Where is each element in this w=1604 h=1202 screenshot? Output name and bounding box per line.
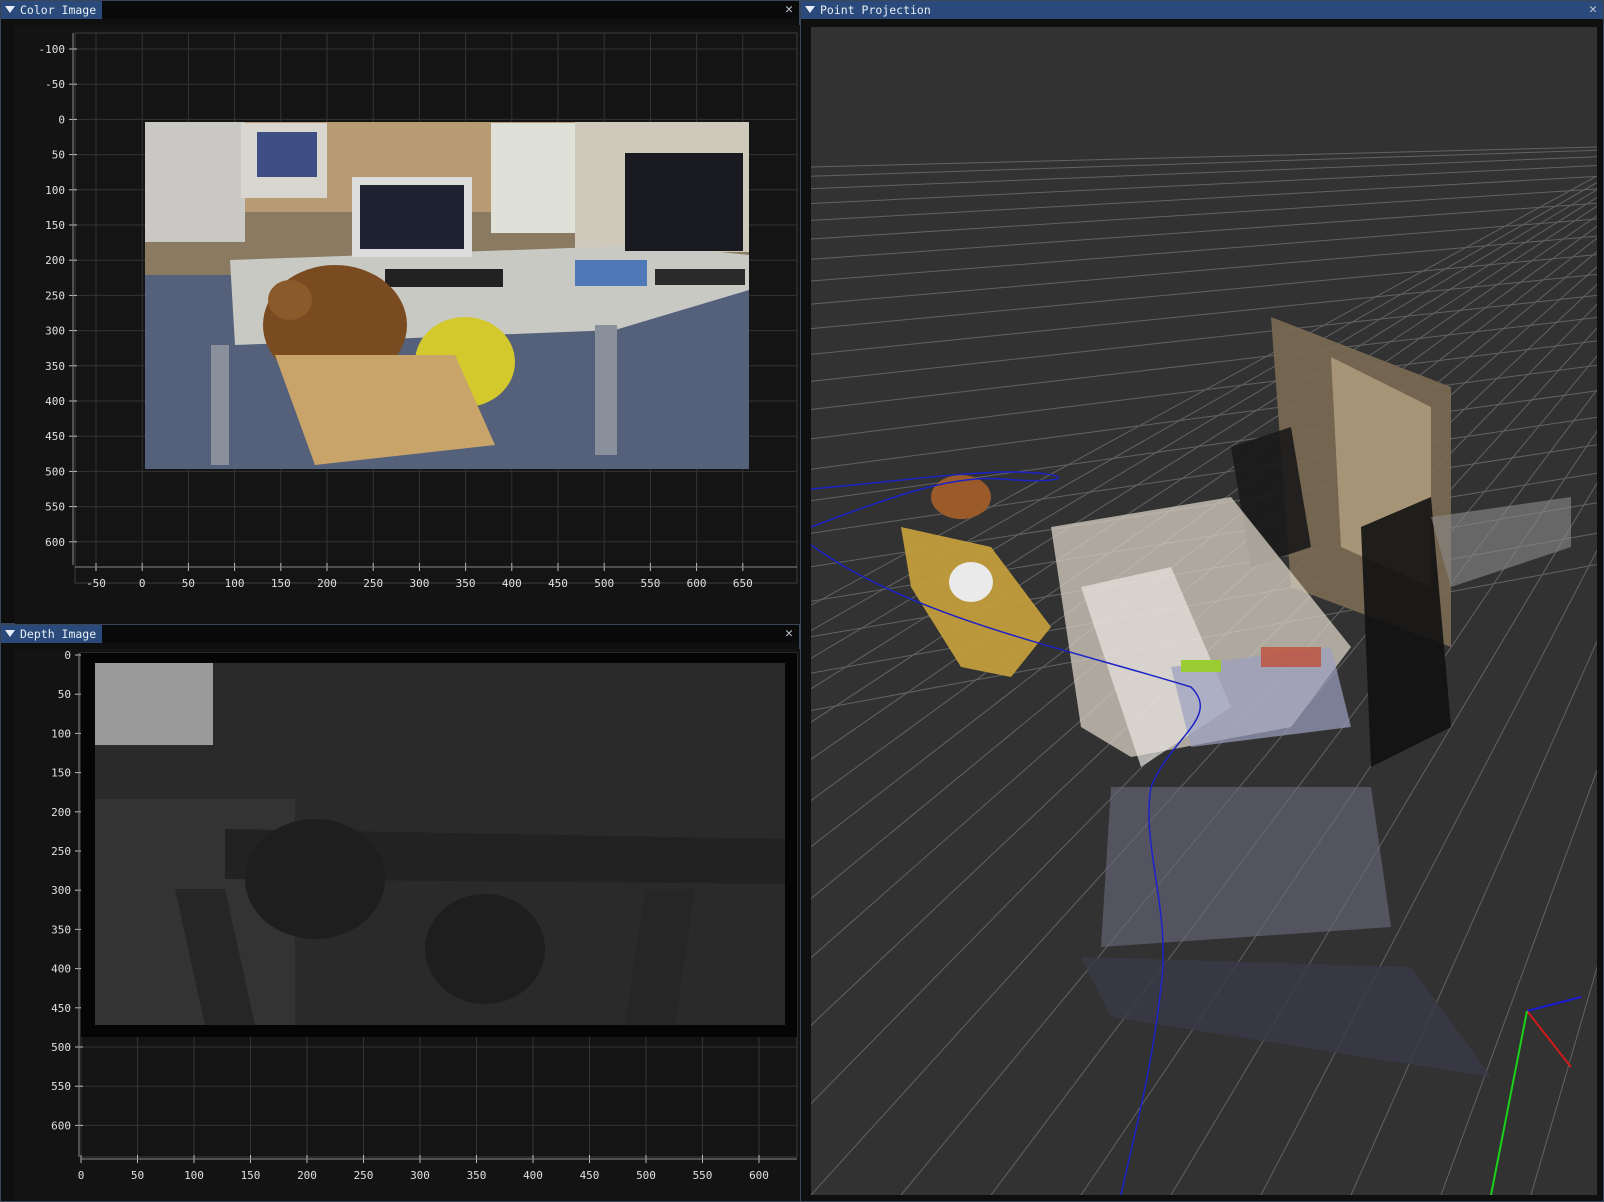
y-tick-label: 550 <box>45 501 65 514</box>
y-tick-label: -50 <box>45 78 65 91</box>
point-projection-tab[interactable]: Point Projection <box>801 1 937 19</box>
y-tick-label: 200 <box>45 254 65 267</box>
color-image-titlebar[interactable] <box>1 1 799 19</box>
y-tick-label: 200 <box>51 806 71 819</box>
depth-image-plot[interactable]: 0 50 100 150 200 250 300 350 400 450 500 550 600 0 50… <box>15 649 801 1201</box>
collapse-triangle-icon[interactable] <box>5 6 15 13</box>
close-icon[interactable]: ✕ <box>1589 1 1597 19</box>
collapse-triangle-icon[interactable] <box>805 6 815 13</box>
point-projection-title: Point Projection <box>820 3 931 17</box>
y-tick-label: 500 <box>45 465 65 478</box>
y-tick-label: 350 <box>45 360 65 373</box>
y-tick-label: 350 <box>51 923 71 936</box>
point-projection-window: Point Projection ✕ <box>800 0 1604 1202</box>
color-image-title: Color Image <box>20 3 97 17</box>
x-tick-label: 600 <box>687 577 707 590</box>
depth-image-title: Depth Image <box>20 627 97 641</box>
x-tick-label: 400 <box>502 577 522 590</box>
y-tick-label: 450 <box>51 1002 71 1015</box>
x-tick-label: 0 <box>78 1169 85 1182</box>
y-tick-label: 50 <box>58 688 71 701</box>
y-tick-label: 550 <box>51 1080 71 1093</box>
depth-image-window: Depth Image ✕ 0 50 100 150 200 250 300 350 400 45… <box>0 624 801 1202</box>
y-tick-label: 100 <box>51 727 71 740</box>
x-tick-label: 150 <box>241 1169 261 1182</box>
x-tick-label: 450 <box>548 577 568 590</box>
3d-viewport[interactable] <box>811 27 1597 1195</box>
x-tick-label: 250 <box>354 1169 374 1182</box>
x-tick-label: 300 <box>409 577 429 590</box>
close-icon[interactable]: ✕ <box>785 625 793 643</box>
x-tick-label: 200 <box>317 577 337 590</box>
y-tick-label: 300 <box>51 884 71 897</box>
y-tick-label: 600 <box>45 536 65 549</box>
x-tick-label: 400 <box>523 1169 543 1182</box>
y-tick-label: 150 <box>45 219 65 232</box>
y-tick-label: -100 <box>39 43 66 56</box>
x-tick-label: 250 <box>363 577 383 590</box>
close-icon[interactable]: ✕ <box>785 1 793 19</box>
x-tick-label: 100 <box>184 1169 204 1182</box>
y-tick-label: 0 <box>64 649 71 662</box>
x-tick-label: 500 <box>594 577 614 590</box>
x-tick-label: 500 <box>636 1169 656 1182</box>
x-tick-label: 550 <box>693 1169 713 1182</box>
x-tick-label: 50 <box>182 577 195 590</box>
y-tick-label: 250 <box>51 845 71 858</box>
color-image-tab[interactable]: Color Image <box>1 1 103 19</box>
x-tick-label: 550 <box>640 577 660 590</box>
x-tick-label: 350 <box>456 577 476 590</box>
depth-image-tab[interactable]: Depth Image <box>1 625 103 643</box>
depth-photo <box>81 653 797 1037</box>
x-tick-label: 100 <box>225 577 245 590</box>
color-image-plot[interactable]: -100-50050100150200250300350400450500550… <box>15 25 801 625</box>
y-tick-label: 100 <box>45 184 65 197</box>
x-tick-label: 0 <box>139 577 146 590</box>
x-tick-label: 350 <box>467 1169 487 1182</box>
y-tick-label: 50 <box>52 149 65 162</box>
depth-image-titlebar[interactable] <box>1 625 799 643</box>
y-tick-label: 450 <box>45 430 65 443</box>
y-tick-label: 400 <box>51 963 71 976</box>
color-photo <box>145 122 749 469</box>
x-tick-label: -50 <box>86 577 106 590</box>
collapse-triangle-icon[interactable] <box>5 630 15 637</box>
color-image-window: Color Image ✕ -100 -50 0 50 100 150 200 250 300 3… <box>0 0 801 625</box>
y-tick-label: 500 <box>51 1041 71 1054</box>
y-tick-label: 300 <box>45 325 65 338</box>
y-tick-label: 400 <box>45 395 65 408</box>
y-tick-label: 600 <box>51 1119 71 1132</box>
y-tick-label: 150 <box>51 767 71 780</box>
x-tick-label: 150 <box>271 577 291 590</box>
x-tick-label: 50 <box>131 1169 144 1182</box>
x-tick-label: 650 <box>733 577 753 590</box>
x-tick-label: 200 <box>297 1169 317 1182</box>
x-tick-label: 600 <box>749 1169 769 1182</box>
x-tick-label: 300 <box>410 1169 430 1182</box>
x-tick-label: 450 <box>580 1169 600 1182</box>
y-tick-label: 250 <box>45 289 65 302</box>
y-tick-label: 0 <box>58 113 65 126</box>
